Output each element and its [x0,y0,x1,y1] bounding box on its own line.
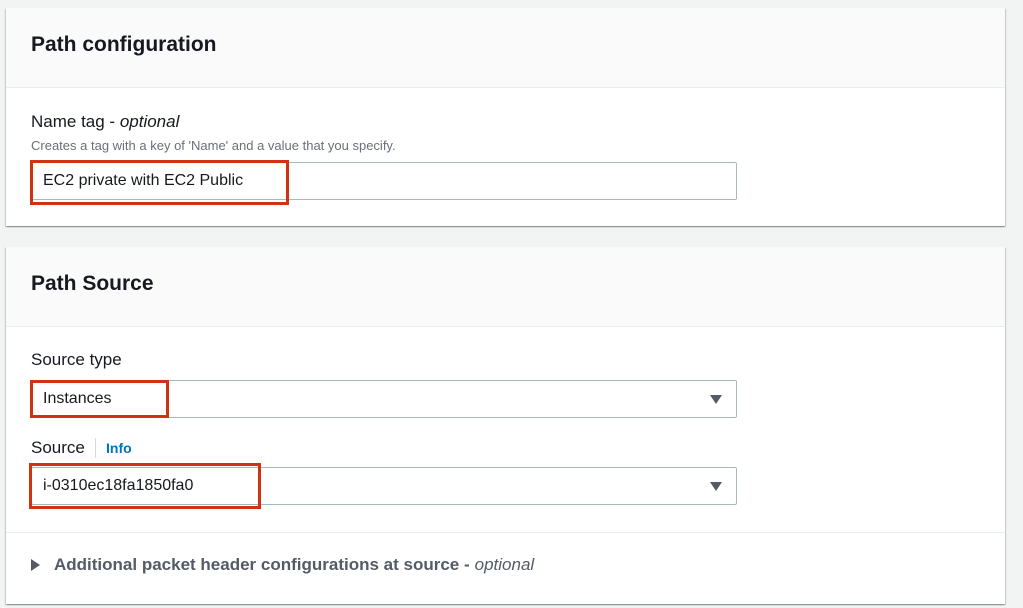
source-label: Source [31,438,85,457]
additional-config-expander[interactable]: Additional packet header configurations … [31,555,534,575]
info-separator [95,438,96,458]
source-type-label: Source type [31,350,122,369]
expander-label: Additional packet header configurations … [54,555,470,574]
panel-header: Path configuration [6,8,1005,88]
caret-down-icon [710,395,722,404]
caret-down-icon [710,482,722,491]
name-tag-label-text: Name tag - [31,112,120,131]
optional-text: optional [474,555,535,574]
name-tag-description: Creates a tag with a key of 'Name' and a… [31,138,396,153]
panel-header: Path Source [6,247,1005,327]
highlight-box [30,160,289,205]
highlight-box [29,463,261,509]
path-configuration-panel: Path configuration Name tag - optional C… [6,8,1005,226]
divider [6,532,1005,533]
path-source-panel: Path Source Source type Instances Source… [6,247,1005,604]
info-link[interactable]: Info [106,440,132,456]
highlight-box [30,380,169,418]
optional-text: optional [119,112,180,131]
panel-title: Path Source [31,272,154,295]
caret-right-icon [31,559,40,571]
panel-title: Path configuration [31,33,217,56]
name-tag-label: Name tag - optional [31,112,179,132]
